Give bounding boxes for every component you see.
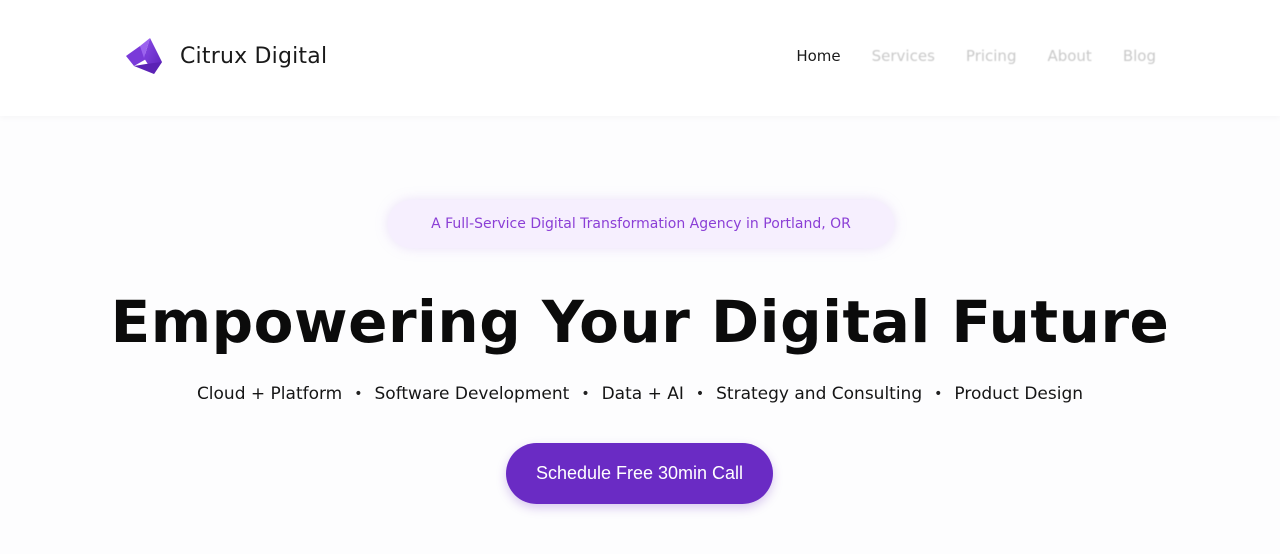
site-header: Citrux Digital Home Services Pricing Abo… — [0, 0, 1280, 116]
bullet-separator: • — [695, 386, 705, 402]
brand-link[interactable]: Citrux Digital — [124, 36, 327, 76]
schedule-call-button[interactable]: Schedule Free 30min Call — [506, 443, 773, 504]
tagline-text: A Full-Service Digital Transformation Ag… — [431, 216, 851, 232]
brand-name: Citrux Digital — [180, 43, 328, 69]
page: Citrux Digital Home Services Pricing Abo… — [0, 0, 1280, 554]
bullet-separator: • — [934, 386, 943, 402]
service-item: Software Development — [374, 384, 570, 404]
service-item: Cloud + Platform — [196, 384, 343, 404]
nav-about[interactable]: About — [1047, 47, 1091, 65]
tagline-pill: A Full-Service Digital Transformation Ag… — [388, 200, 894, 248]
nav-home[interactable]: Home — [796, 47, 840, 65]
citrux-logo-icon — [126, 38, 162, 74]
services-list: Cloud + Platform • Software Development … — [0, 384, 1280, 404]
bullet-separator: • — [354, 386, 363, 402]
nav-services[interactable]: Services — [872, 47, 935, 65]
main-nav: Home Services Pricing About Blog — [796, 44, 1156, 68]
hero-title: Empowering Your Digital Future — [110, 288, 1170, 356]
service-item: Product Design — [954, 384, 1084, 404]
nav-blog[interactable]: Blog — [1123, 47, 1156, 65]
service-item: Data + AI — [601, 384, 684, 404]
service-item: Strategy and Consulting — [716, 384, 923, 404]
nav-pricing[interactable]: Pricing — [966, 47, 1017, 65]
bullet-separator: • — [581, 386, 590, 402]
